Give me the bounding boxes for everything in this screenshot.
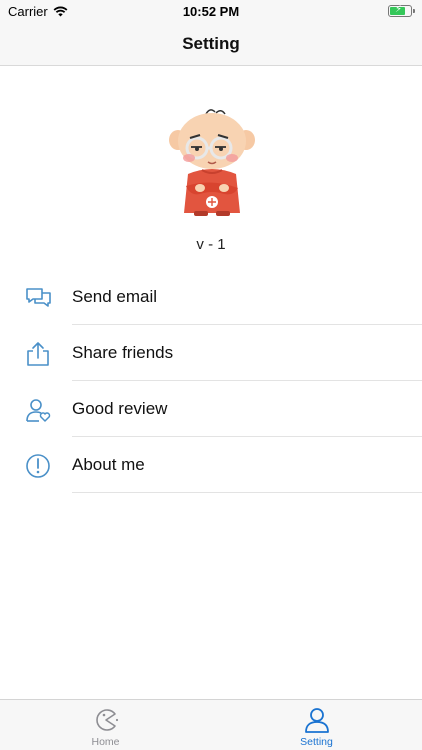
chat-bubbles-icon [26, 288, 51, 307]
menu-item-label: About me [72, 455, 145, 474]
app-version: v - 1 [196, 236, 226, 253]
navigation-bar: Setting [0, 22, 422, 66]
status-time: 10:52 PM [182, 4, 240, 19]
avatar [169, 109, 255, 216]
menu-item-about-me[interactable]: About me [0, 437, 422, 493]
menu-item-label: Send email [72, 287, 158, 306]
person-icon [305, 708, 329, 733]
info-circle-icon [26, 454, 50, 478]
status-bar: Carrier 10:52 PM ⚡ [0, 0, 422, 22]
tab-home[interactable]: Home [0, 700, 211, 750]
settings-menu: Send email Share friends Good review Abo… [0, 269, 422, 493]
share-icon [27, 342, 49, 366]
menu-item-label: Share friends [72, 343, 174, 362]
tab-label: Home [91, 736, 120, 748]
tab-setting[interactable]: Setting [211, 700, 422, 750]
tab-bar: Home Setting [0, 699, 422, 750]
menu-item-good-review[interactable]: Good review [0, 381, 422, 437]
user-heart-icon [26, 399, 51, 422]
tab-label: Setting [300, 736, 333, 748]
battery-icon: ⚡ [388, 4, 415, 17]
menu-item-share-friends[interactable]: Share friends [0, 325, 422, 381]
menu-item-send-email[interactable]: Send email [0, 269, 422, 325]
divider [72, 492, 422, 493]
pacman-icon [96, 709, 119, 731]
page-title: Setting [182, 34, 240, 53]
menu-item-label: Good review [72, 399, 168, 418]
